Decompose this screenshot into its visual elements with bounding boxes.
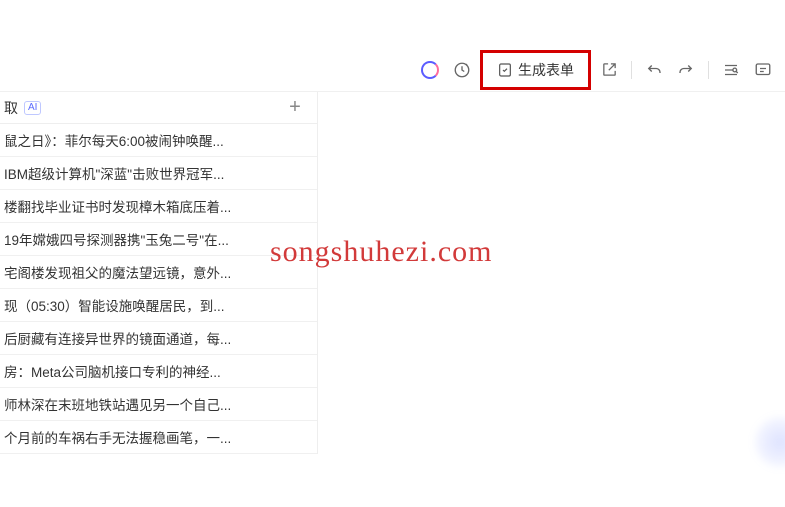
list-item[interactable]: 个月前的车祸右手无法握稳画笔，一...	[0, 421, 317, 454]
comment-icon[interactable]	[749, 56, 777, 84]
add-button[interactable]: +	[283, 96, 307, 120]
undo-icon[interactable]	[640, 56, 668, 84]
list-item[interactable]: 19年嫦娥四号探测器携"玉兔二号"在...	[0, 223, 317, 256]
generate-form-button[interactable]: 生成表单	[489, 56, 582, 84]
sidebar-header: 取 AI +	[0, 92, 317, 124]
list-item[interactable]: 鼠之日》：菲尔每天6:00被闹钟唤醒...	[0, 124, 317, 157]
toolbar: 生成表单	[0, 48, 785, 92]
list-item[interactable]: 宅阁楼发现祖父的魔法望远镜，意外...	[0, 256, 317, 289]
redo-icon[interactable]	[672, 56, 700, 84]
toolbar-divider	[631, 61, 632, 79]
generate-form-label: 生成表单	[518, 60, 574, 80]
list-item[interactable]: IBM超级计算机"深蓝"击败世界冠军...	[0, 157, 317, 190]
list-item[interactable]: 房：Meta公司脑机接口专利的神经...	[0, 355, 317, 388]
ai-badge: AI	[24, 101, 41, 115]
sidebar: 取 AI + 鼠之日》：菲尔每天6:00被闹钟唤醒...IBM超级计算机"深蓝"…	[0, 92, 318, 454]
sidebar-header-label: 取	[4, 98, 18, 118]
sidebar-list: 鼠之日》：菲尔每天6:00被闹钟唤醒...IBM超级计算机"深蓝"击败世界冠军.…	[0, 124, 317, 454]
ai-circle-icon[interactable]	[416, 56, 444, 84]
list-item[interactable]: 师林深在末班地铁站遇见另一个自己...	[0, 388, 317, 421]
history-icon[interactable]	[448, 56, 476, 84]
form-icon	[497, 62, 513, 78]
list-item[interactable]: 楼翻找毕业证书时发现樟木箱底压着...	[0, 190, 317, 223]
toolbar-divider-2	[708, 61, 709, 79]
generate-form-highlight: 生成表单	[480, 50, 591, 90]
search-list-icon[interactable]	[717, 56, 745, 84]
list-item[interactable]: 现（05:30）智能设施唤醒居民，到...	[0, 289, 317, 322]
list-item[interactable]: 后厨藏有连接异世界的镜面通道，每...	[0, 322, 317, 355]
decorative-blur	[755, 417, 785, 467]
share-icon[interactable]	[595, 56, 623, 84]
